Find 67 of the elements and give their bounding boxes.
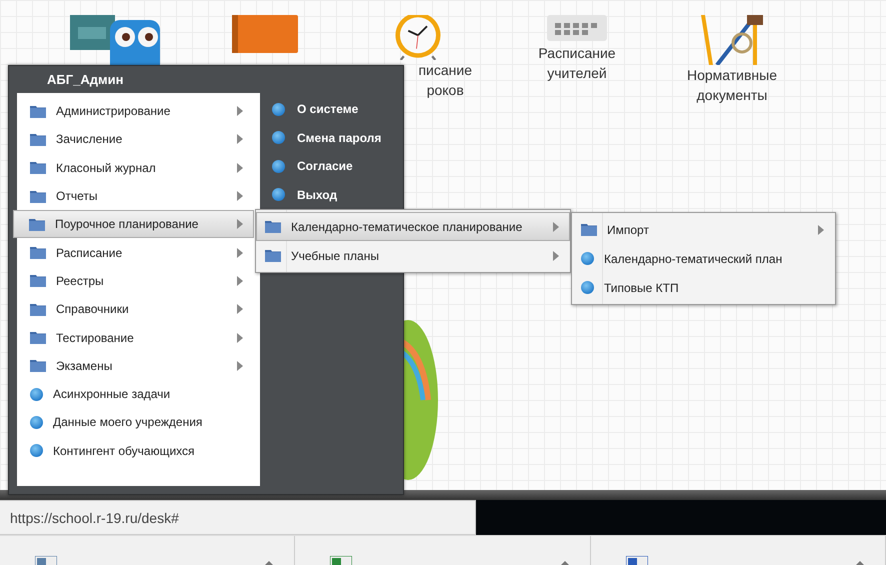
folder-icon [30, 359, 46, 372]
caret-icon [237, 191, 243, 202]
dot-icon [272, 188, 285, 202]
menu-item[interactable]: Отчеты [17, 182, 254, 210]
menu-link[interactable]: Смена пароля [272, 124, 395, 152]
desktop-icon-label[interactable]: писание роков [418, 60, 478, 100]
dot-icon [30, 444, 43, 458]
chevron-icon[interactable] [560, 561, 570, 565]
menu-item[interactable]: Расписание [17, 238, 254, 267]
dot-icon [272, 160, 285, 173]
caret-icon [818, 224, 824, 234]
folder-icon [581, 223, 597, 236]
caret-icon [237, 106, 243, 116]
status-url: https://school.r-19.ru/desk# [0, 500, 476, 535]
menu-item[interactable]: Календарно-тематический план [572, 244, 835, 273]
desktop-icon-label[interactable]: Нормативные документы [686, 65, 778, 105]
desktop-icon-label[interactable]: Расписание учителей [538, 43, 616, 83]
menu-item[interactable]: Импорт [572, 215, 835, 244]
menu-link[interactable]: Выход [272, 180, 395, 209]
menu-item[interactable]: Экзамены [17, 352, 254, 380]
caret-icon [237, 219, 243, 230]
menu-link[interactable]: Согласие [272, 152, 395, 180]
menu-item[interactable]: Данные моего учреждения [17, 408, 254, 437]
folder-icon [29, 218, 45, 231]
menu-item[interactable]: Тестирование [17, 323, 254, 352]
calendar-icon [547, 15, 607, 43]
dot-icon [30, 388, 43, 401]
folder-icon [30, 331, 46, 344]
notebook-icon [232, 15, 298, 53]
dot-icon [272, 102, 285, 116]
caret-icon [553, 222, 559, 232]
folder-icon [30, 302, 46, 316]
menu-item[interactable]: Календарно-тематическое планирование [256, 212, 570, 241]
menu-item[interactable]: Типовые КТП [572, 273, 835, 302]
folder-icon [30, 274, 46, 288]
caret-icon [237, 248, 243, 258]
caret-icon [237, 360, 243, 371]
user-name: АБГ_Админ [46, 71, 124, 89]
menu-item[interactable]: Администрирование [17, 97, 254, 126]
caret-icon [237, 276, 243, 286]
caret-icon [237, 304, 243, 314]
menu-item[interactable]: Реестры [17, 266, 254, 296]
caret-icon [237, 332, 243, 343]
menu-item[interactable]: Класоный журнал [17, 154, 254, 182]
chevron-icon[interactable] [854, 561, 865, 565]
menu-item[interactable]: Зачисление [17, 125, 254, 154]
folder-icon [30, 246, 46, 260]
caret-icon [553, 250, 559, 260]
folder-icon [30, 132, 46, 146]
caret-icon [237, 134, 243, 144]
dot-icon [272, 131, 285, 144]
caret-icon [237, 162, 243, 173]
folder-icon [30, 104, 46, 118]
menu-item[interactable]: Справочники [17, 295, 254, 324]
menu-item[interactable]: Поурочное планирование [13, 210, 254, 238]
folder-icon [30, 161, 46, 174]
dot-icon [30, 416, 43, 429]
menu-item[interactable]: Асинхронные задачи [17, 380, 254, 408]
folder-icon [265, 220, 281, 233]
chevron-icon[interactable] [264, 561, 274, 565]
dot-icon [581, 252, 594, 265]
menu-item[interactable]: Учебные планы [256, 241, 570, 270]
dot-icon [581, 281, 594, 294]
folder-icon [265, 249, 281, 262]
menu-item[interactable]: Контингент обучающихся [17, 436, 254, 465]
folder-icon [30, 190, 46, 203]
menu-link[interactable]: О системе [272, 95, 395, 124]
